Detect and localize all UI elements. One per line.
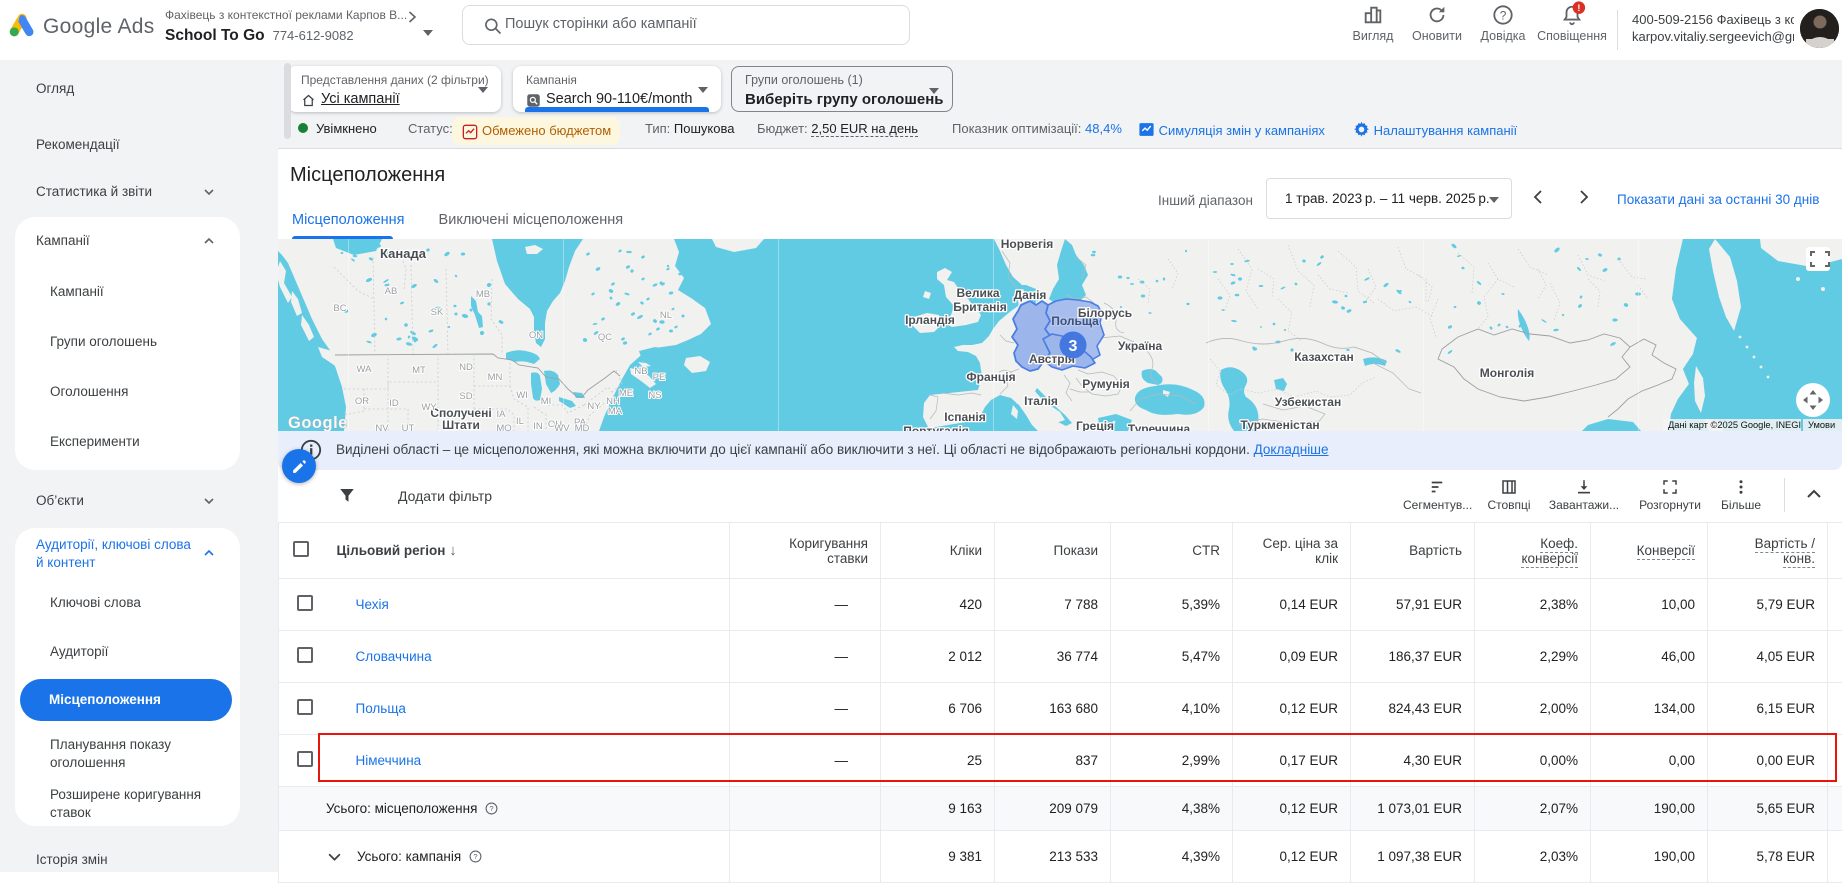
svg-text:Монголія: Монголія (1480, 366, 1534, 380)
svg-text:ON: ON (529, 330, 543, 341)
svg-text:Умови: Умови (1808, 420, 1835, 430)
svg-text:NV: NV (375, 423, 389, 431)
svg-text:Румунія: Румунія (1082, 377, 1130, 391)
svg-text:Данія: Данія (1014, 288, 1047, 302)
svg-text:Узбекистан: Узбекистан (1275, 395, 1341, 409)
svg-text:Португалія: Португалія (903, 424, 969, 431)
svg-text:Канада: Канада (380, 246, 427, 261)
svg-text:IN: IN (533, 421, 543, 431)
svg-text:MD: MD (575, 423, 590, 431)
svg-text:NS: NS (648, 390, 661, 401)
svg-text:MB: MB (476, 289, 490, 300)
svg-text:MT: MT (412, 365, 426, 376)
svg-text:Норвегія: Норвегія (1001, 239, 1054, 251)
svg-text:Google: Google (288, 414, 348, 431)
svg-text:!: ! (1577, 3, 1580, 13)
svg-text:Франція: Франція (966, 370, 1015, 384)
svg-text:?: ? (489, 804, 493, 813)
svg-text:UT: UT (402, 423, 415, 431)
svg-text:SK: SK (431, 307, 444, 318)
svg-text:3: 3 (1069, 338, 1078, 355)
svg-text:IL: IL (516, 416, 524, 427)
svg-text:ME: ME (619, 388, 633, 399)
svg-text:MI: MI (541, 396, 552, 407)
svg-text:Туреччина: Туреччина (1128, 422, 1191, 431)
svg-text:NL: NL (660, 310, 672, 321)
svg-text:PE: PE (653, 372, 666, 383)
svg-text:Італія: Італія (1024, 394, 1058, 408)
svg-text:WI: WI (516, 390, 528, 401)
svg-text:Дані карт ©2025 Google, INEGI: Дані карт ©2025 Google, INEGI (1668, 420, 1801, 430)
svg-text:Іспанія: Іспанія (944, 410, 986, 424)
svg-text:OR: OR (355, 396, 369, 407)
svg-text:QC: QC (598, 332, 612, 343)
svg-text:SD: SD (459, 391, 472, 402)
svg-text:Британія: Британія (953, 300, 1006, 314)
svg-text:ND: ND (459, 362, 473, 373)
svg-text:?: ? (1500, 9, 1507, 23)
svg-text:MA: MA (608, 406, 623, 417)
svg-text:Велика: Велика (956, 286, 999, 300)
svg-text:MO: MO (496, 423, 511, 431)
svg-text:Казахстан: Казахстан (1294, 350, 1354, 364)
svg-text:AB: AB (385, 286, 398, 297)
svg-text:Білорусь: Білорусь (1078, 306, 1132, 320)
svg-text:ID: ID (389, 398, 399, 409)
svg-text:MN: MN (488, 372, 503, 383)
svg-text:IA: IA (497, 409, 507, 420)
svg-text:BC: BC (333, 303, 346, 314)
svg-text:WV: WV (554, 423, 570, 431)
svg-text:Греція: Греція (1076, 419, 1114, 431)
svg-text:?: ? (473, 852, 477, 861)
svg-text:Туркменістан: Туркменістан (1240, 418, 1319, 431)
svg-text:Україна: Україна (1118, 339, 1163, 353)
svg-text:NY: NY (587, 401, 601, 412)
svg-text:NB: NB (634, 366, 647, 377)
svg-text:Ірландія: Ірландія (905, 313, 955, 327)
svg-text:WY: WY (421, 402, 437, 413)
svg-text:WA: WA (357, 364, 373, 375)
